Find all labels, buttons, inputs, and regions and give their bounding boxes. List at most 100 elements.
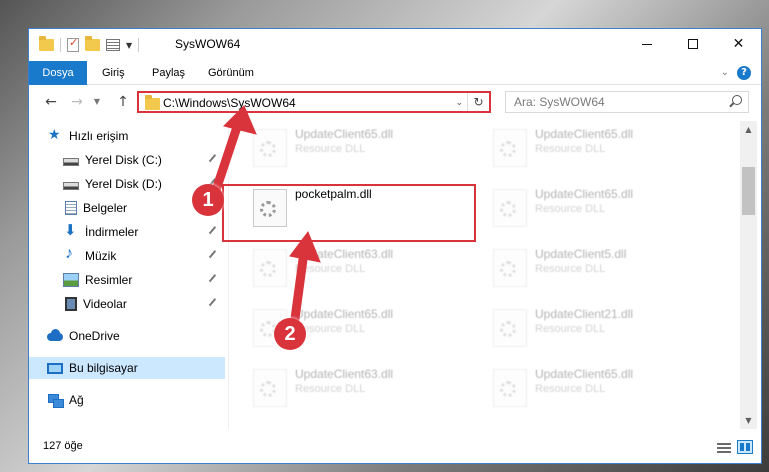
tab-share[interactable]: Paylaş — [143, 61, 194, 85]
sidebar-item-label: Yerel Disk (D:) — [85, 177, 162, 191]
gear-icon — [260, 261, 276, 277]
pin-icon[interactable] — [208, 274, 220, 285]
file-tile[interactable]: UpdateClient65.dll Resource DLL — [485, 183, 711, 235]
gear-icon — [500, 141, 516, 157]
file-name: UpdateClient65.dll — [535, 367, 634, 381]
file-type: Resource DLL — [535, 203, 606, 215]
file-name: UpdateClient21.dll — [535, 307, 634, 321]
pin-icon[interactable] — [208, 226, 220, 237]
navigation-pane: Hızlı erişim Yerel Disk (C:) Yerel Disk … — [29, 121, 229, 429]
pin-icon[interactable] — [208, 250, 220, 261]
sidebar-item-label: Hızlı erişim — [69, 129, 129, 143]
search-input[interactable]: Ara: SysWOW64 — [505, 91, 749, 113]
gear-icon — [500, 261, 516, 277]
sidebar-item-music[interactable]: Müzik — [29, 245, 225, 267]
file-name: UpdateClient65.dll — [295, 127, 394, 141]
file-list: UpdateClient65.dll Resource DLL UpdateCl… — [241, 121, 739, 429]
tiles-view-icon[interactable] — [737, 440, 753, 454]
pin-icon[interactable] — [208, 298, 220, 309]
quick-access-toolbar: ▼ — [39, 36, 140, 52]
folder-icon — [39, 36, 54, 51]
sidebar-item-label: Yerel Disk (C:) — [85, 153, 162, 167]
sidebar-item-label: Bu bilgisayar — [69, 361, 138, 375]
step-2-badge: 2 — [274, 318, 306, 350]
file-name: UpdateClient65.dll — [295, 307, 394, 321]
file-name: UpdateClient63.dll — [295, 367, 394, 381]
recent-locations-icon[interactable]: ▼ — [91, 93, 103, 111]
file-tile[interactable]: UpdateClient65.dll Resource DLL — [485, 363, 711, 415]
explorer-window: ▼ SysWOW64 ✕ Dosya Giriş Paylaş Görünüm … — [28, 28, 762, 464]
gear-icon — [500, 381, 516, 397]
address-bar[interactable]: C:\Windows\SysWOW64 ⌄ ↻ — [137, 91, 491, 113]
sidebar-item-this-pc[interactable]: Bu bilgisayar — [29, 357, 225, 379]
file-name: UpdateClient65.dll — [535, 187, 634, 201]
address-dropdown-icon[interactable]: ⌄ — [455, 95, 463, 111]
minimize-icon — [641, 43, 652, 45]
forward-button[interactable]: → — [67, 93, 87, 111]
file-type: Resource DLL — [535, 383, 606, 395]
back-button[interactable]: ← — [41, 93, 61, 111]
minimize-button[interactable] — [624, 29, 669, 59]
music-icon — [63, 245, 79, 263]
tab-file[interactable]: Dosya — [29, 61, 87, 85]
sidebar-item-label: İndirmeler — [85, 225, 139, 239]
sidebar-item-downloads[interactable]: İndirmeler — [29, 221, 225, 243]
star-icon — [47, 126, 63, 143]
up-button[interactable]: ↑ — [113, 93, 133, 111]
customize-toolbar-icon[interactable]: ▼ — [126, 41, 132, 50]
sidebar-item-quick-access[interactable]: Hızlı erişim — [29, 125, 225, 147]
tab-home[interactable]: Giriş — [93, 61, 134, 85]
scroll-up-icon[interactable]: ▲ — [740, 121, 757, 138]
status-bar: 127 öğe — [29, 433, 761, 463]
properties-icon[interactable] — [67, 36, 79, 52]
file-tile[interactable]: UpdateClient5.dll Resource DLL — [485, 243, 711, 295]
pictures-icon — [63, 273, 79, 287]
file-type: Resource DLL — [535, 263, 606, 275]
scroll-down-icon[interactable]: ▼ — [740, 412, 757, 429]
close-button[interactable]: ✕ — [716, 29, 761, 59]
download-icon — [63, 221, 79, 239]
file-name: UpdateClient63.dll — [295, 247, 394, 261]
item-count: 127 öğe — [43, 440, 83, 452]
computer-icon — [47, 362, 63, 374]
help-icon[interactable]: ? — [737, 66, 751, 80]
file-type: Resource DLL — [295, 383, 366, 395]
sidebar-item-pictures[interactable]: Resimler — [29, 269, 225, 291]
file-name: UpdateClient65.dll — [535, 127, 634, 141]
address-path[interactable]: C:\Windows\SysWOW64 — [163, 95, 296, 111]
search-placeholder: Ara: SysWOW64 — [514, 95, 605, 109]
maximize-button[interactable] — [670, 29, 715, 59]
file-tile[interactable]: UpdateClient63.dll Resource DLL — [245, 363, 471, 415]
sidebar-item-network[interactable]: Ağ — [29, 389, 225, 411]
new-folder-icon[interactable] — [85, 36, 100, 51]
toolbar-divider — [138, 38, 140, 52]
vertical-scrollbar[interactable]: ▲ ▼ — [740, 121, 757, 429]
search-icon[interactable] — [732, 95, 742, 105]
window-title: SysWOW64 — [175, 37, 241, 51]
document-icon — [65, 201, 77, 215]
scroll-thumb[interactable] — [742, 167, 755, 215]
sidebar-item-videos[interactable]: Videolar — [29, 293, 225, 315]
file-tile[interactable]: UpdateClient65.dll Resource DLL — [245, 123, 471, 175]
tab-view[interactable]: Görünüm — [199, 61, 263, 85]
sidebar-item-local-disk-c[interactable]: Yerel Disk (C:) — [29, 149, 225, 171]
toolbar-divider — [60, 38, 61, 52]
file-tile[interactable]: UpdateClient65.dll Resource DLL — [485, 123, 711, 175]
sidebar-item-label: OneDrive — [69, 329, 120, 343]
refresh-button[interactable]: ↻ — [467, 93, 489, 111]
view-list-icon[interactable] — [106, 39, 120, 51]
video-icon — [65, 297, 77, 311]
file-tile[interactable]: UpdateClient63.dll Resource DLL — [245, 243, 471, 295]
sidebar-item-label: Resimler — [85, 273, 133, 287]
folder-icon — [145, 95, 160, 110]
details-view-icon[interactable] — [717, 441, 731, 453]
sidebar-item-label: Belgeler — [83, 201, 128, 215]
pin-icon[interactable] — [208, 154, 220, 165]
file-type: Resource DLL — [535, 323, 606, 335]
gear-icon — [260, 381, 276, 397]
file-tile[interactable]: UpdateClient21.dll Resource DLL — [485, 303, 711, 355]
expand-ribbon-icon[interactable]: ⌄ — [721, 67, 729, 78]
disk-icon — [63, 157, 79, 166]
gear-icon — [260, 141, 276, 157]
sidebar-item-onedrive[interactable]: OneDrive — [29, 325, 225, 347]
